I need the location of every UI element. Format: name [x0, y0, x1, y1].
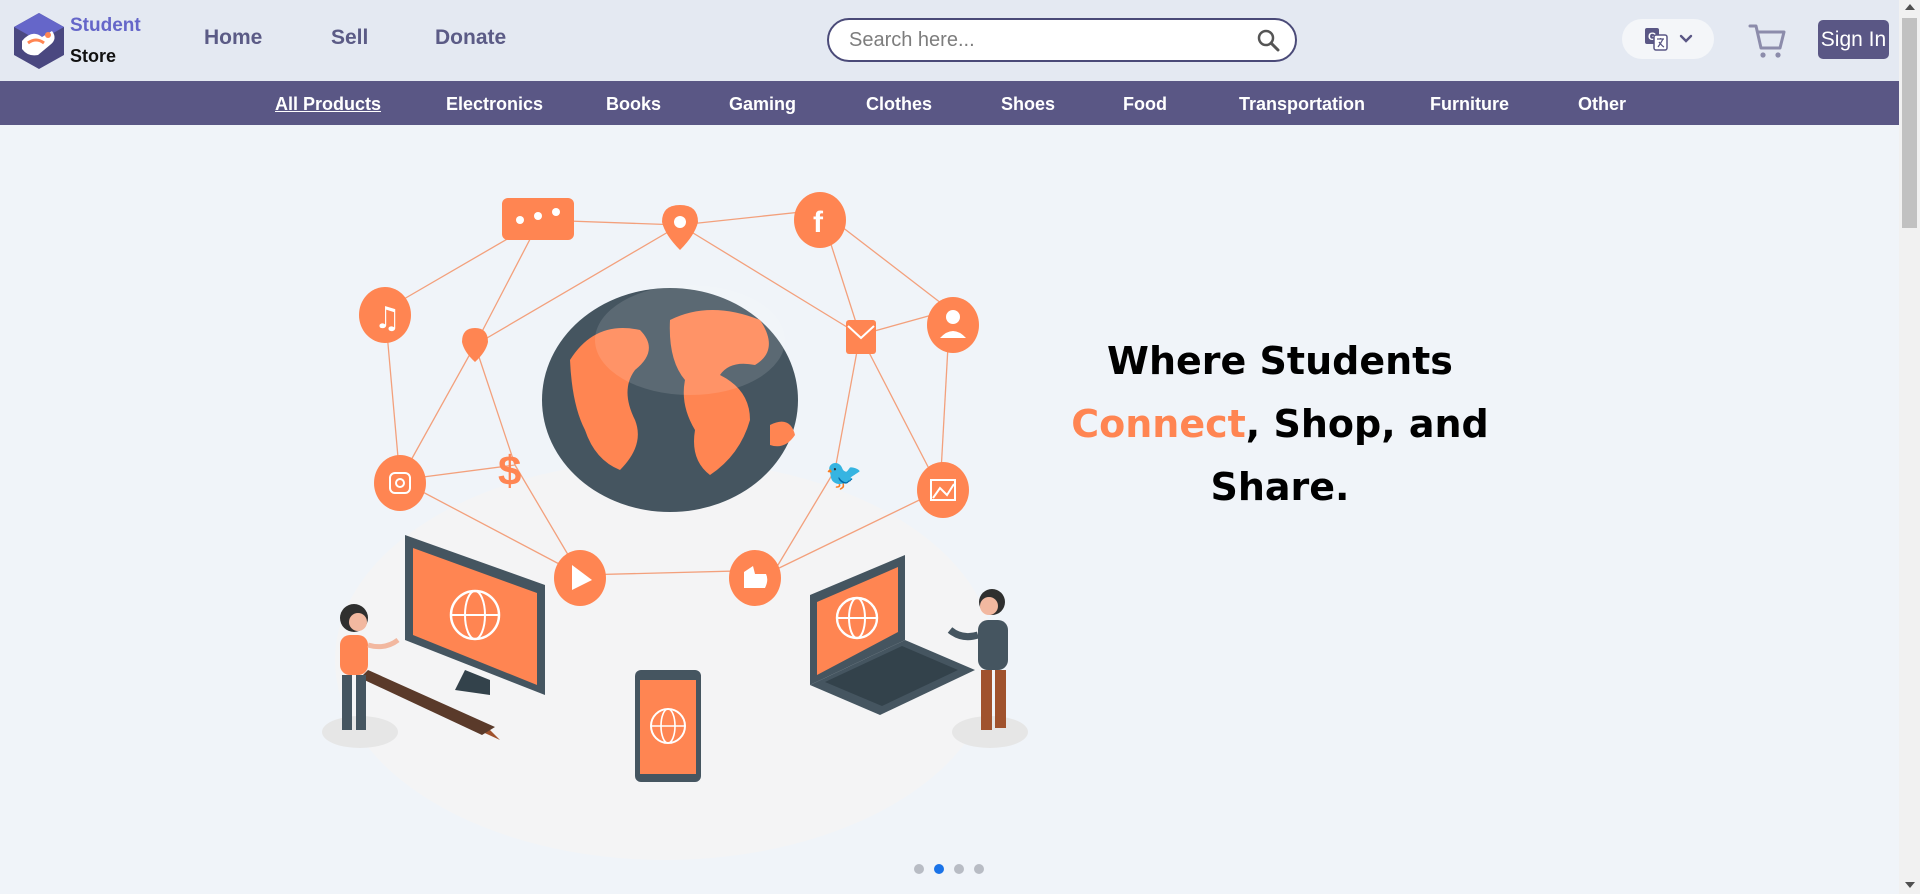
svg-text:f: f: [813, 206, 824, 239]
page-scrollbar[interactable]: [1899, 0, 1920, 894]
scroll-up-arrow-icon[interactable]: [1905, 4, 1915, 10]
hero-accent-word: Connect: [1071, 402, 1246, 446]
category-gaming[interactable]: Gaming: [729, 94, 796, 115]
nav-home-link[interactable]: Home: [204, 26, 262, 50]
logo[interactable]: Student Store: [12, 10, 142, 72]
search-bar: [827, 18, 1297, 62]
search-icon[interactable]: [1255, 27, 1281, 53]
logo-title: Student: [70, 15, 141, 36]
carousel-dot-4[interactable]: [974, 864, 984, 874]
page: Student Store Home Sell Donate G: [0, 0, 1920, 894]
hero-line-2-rest: , Shop, and: [1245, 402, 1489, 446]
language-selector[interactable]: G: [1622, 19, 1714, 59]
carousel-indicators: [914, 864, 984, 874]
category-other[interactable]: Other: [1578, 94, 1626, 115]
scroll-thumb[interactable]: [1902, 18, 1917, 228]
category-all-products[interactable]: All Products: [275, 94, 381, 115]
category-clothes[interactable]: Clothes: [866, 94, 932, 115]
hero-line-1: Where Students: [1107, 339, 1453, 383]
hero-line-3: Share.: [1210, 465, 1350, 509]
scroll-down-arrow-icon[interactable]: [1905, 882, 1915, 888]
category-transportation[interactable]: Transportation: [1239, 94, 1365, 115]
hero-tagline: Where Students Connect, Shop, and Share.: [1060, 330, 1500, 519]
carousel-dot-1[interactable]: [914, 864, 924, 874]
category-furniture[interactable]: Furniture: [1430, 94, 1509, 115]
nav-sell-link[interactable]: Sell: [331, 26, 368, 50]
category-books[interactable]: Books: [606, 94, 661, 115]
svg-text:♫: ♫: [374, 301, 401, 336]
translate-icon: G: [1645, 28, 1668, 51]
cart-icon[interactable]: [1748, 20, 1786, 60]
sign-in-button[interactable]: Sign In: [1818, 20, 1889, 59]
logo-subtitle: Store: [70, 46, 117, 66]
svg-text:$: $: [498, 447, 521, 494]
chevron-down-icon: [1679, 34, 1693, 43]
top-header: Student Store Home Sell Donate G: [0, 0, 1899, 81]
hero-line-2: Connect, Shop, and: [1060, 393, 1500, 456]
carousel-dot-2[interactable]: [934, 864, 944, 874]
svg-text:🐦: 🐦: [825, 458, 862, 493]
category-bar: All Products Electronics Books Gaming Cl…: [0, 81, 1899, 125]
category-electronics[interactable]: Electronics: [446, 94, 543, 115]
category-food[interactable]: Food: [1123, 94, 1167, 115]
category-shoes[interactable]: Shoes: [1001, 94, 1055, 115]
nav-donate-link[interactable]: Donate: [435, 26, 506, 50]
carousel-dot-3[interactable]: [954, 864, 964, 874]
hero-illustration: f ♫ $ 🐦: [322, 192, 1028, 860]
search-input[interactable]: [849, 28, 1255, 52]
globe: [542, 285, 798, 512]
smartphone: [635, 670, 701, 782]
logo-mark-icon: [12, 11, 66, 71]
